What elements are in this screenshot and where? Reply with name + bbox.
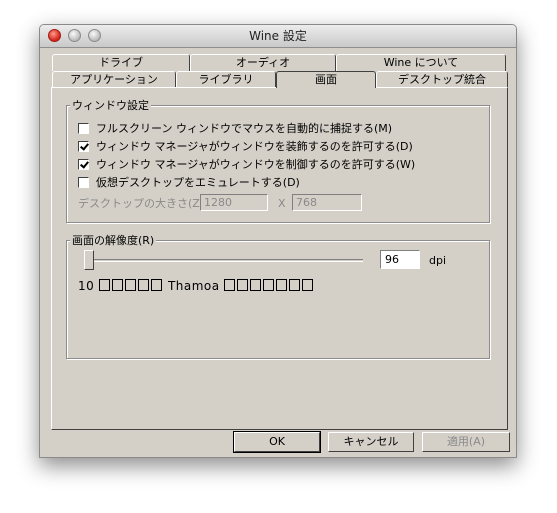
option-virtual-desktop[interactable]: 仮想デスクトップをエミュレートする(D) xyxy=(78,175,300,189)
allow-decorate-checkbox[interactable] xyxy=(78,140,89,152)
minimize-window-button[interactable] xyxy=(68,29,81,42)
capture-mouse-label: フルスクリーン ウィンドウでマウスを自動的に捕捉する(M) xyxy=(96,122,393,135)
resolution-legend: 画面の解像度(R) xyxy=(70,234,157,247)
tab-applications[interactable]: アプリケーション xyxy=(52,71,176,88)
sample-glyph-boxes xyxy=(98,279,164,293)
glyph-box xyxy=(236,279,248,291)
capture-mouse-checkbox[interactable] xyxy=(78,122,89,134)
tab-libraries[interactable]: ライブラリ xyxy=(176,71,276,88)
tab-audio[interactable]: オーディオ xyxy=(190,54,336,71)
tab-about[interactable]: Wine について xyxy=(336,54,506,71)
tab-desktop-integration[interactable]: デスクトップ統合 xyxy=(376,71,508,88)
resolution-group xyxy=(66,240,490,359)
dpi-slider-thumb[interactable] xyxy=(84,250,94,270)
glyph-box xyxy=(124,279,136,291)
glyph-box xyxy=(98,279,110,291)
zoom-window-button[interactable] xyxy=(88,29,101,42)
desktop-width-field[interactable]: 1280 xyxy=(200,194,268,211)
glyph-box xyxy=(288,279,300,291)
option-capture-mouse[interactable]: フルスクリーン ウィンドウでマウスを自動的に捕捉する(M) xyxy=(78,121,392,135)
wine-config-window: Wine 設定 ドライブ オーディオ Wine について アプリケーション ライ… xyxy=(39,24,517,458)
ok-button[interactable]: OK xyxy=(233,431,321,453)
option-allow-decorate[interactable]: ウィンドウ マネージャがウィンドウを装飾するのを許可する(D) xyxy=(78,139,413,153)
allow-control-checkbox[interactable] xyxy=(78,158,89,170)
font-sample-preview: 10 Thamoa xyxy=(78,279,315,293)
sample-glyph-boxes xyxy=(223,279,315,293)
sample-font-name: Thamoa xyxy=(167,279,220,293)
desktop-size-separator: X xyxy=(278,196,286,210)
title-bar[interactable]: Wine 設定 xyxy=(40,25,516,48)
dpi-unit-label: dpi xyxy=(429,253,447,267)
virtual-desktop-label: 仮想デスクトップをエミュレートする(D) xyxy=(96,176,300,189)
window-settings-legend: ウィンドウ設定 xyxy=(70,99,151,112)
glyph-box xyxy=(150,279,162,291)
dpi-input[interactable]: 96 xyxy=(380,250,420,269)
sample-size: 10 xyxy=(78,279,95,293)
tab-graphics[interactable]: 画面 xyxy=(276,71,376,88)
allow-control-label: ウィンドウ マネージャがウィンドウを制御するのを許可する(W) xyxy=(96,158,416,171)
glyph-box xyxy=(111,279,123,291)
glyph-box xyxy=(223,279,235,291)
glyph-box xyxy=(275,279,287,291)
close-window-button[interactable] xyxy=(48,29,61,42)
tab-drives[interactable]: ドライブ xyxy=(52,54,190,71)
desktop-size-label: デスクトップの大きさ(Z): xyxy=(78,197,208,210)
glyph-box xyxy=(262,279,274,291)
option-allow-control[interactable]: ウィンドウ マネージャがウィンドウを制御するのを許可する(W) xyxy=(78,157,415,171)
dpi-slider-track[interactable] xyxy=(84,259,363,262)
cancel-button[interactable]: キャンセル xyxy=(328,432,414,452)
glyph-box xyxy=(249,279,261,291)
glyph-box xyxy=(301,279,313,291)
apply-button[interactable]: 適用(A) xyxy=(422,432,510,452)
allow-decorate-label: ウィンドウ マネージャがウィンドウを装飾するのを許可する(D) xyxy=(96,140,413,153)
glyph-box xyxy=(137,279,149,291)
window-title: Wine 設定 xyxy=(249,29,307,43)
desktop-height-field[interactable]: 768 xyxy=(292,194,362,211)
virtual-desktop-checkbox[interactable] xyxy=(78,176,89,188)
